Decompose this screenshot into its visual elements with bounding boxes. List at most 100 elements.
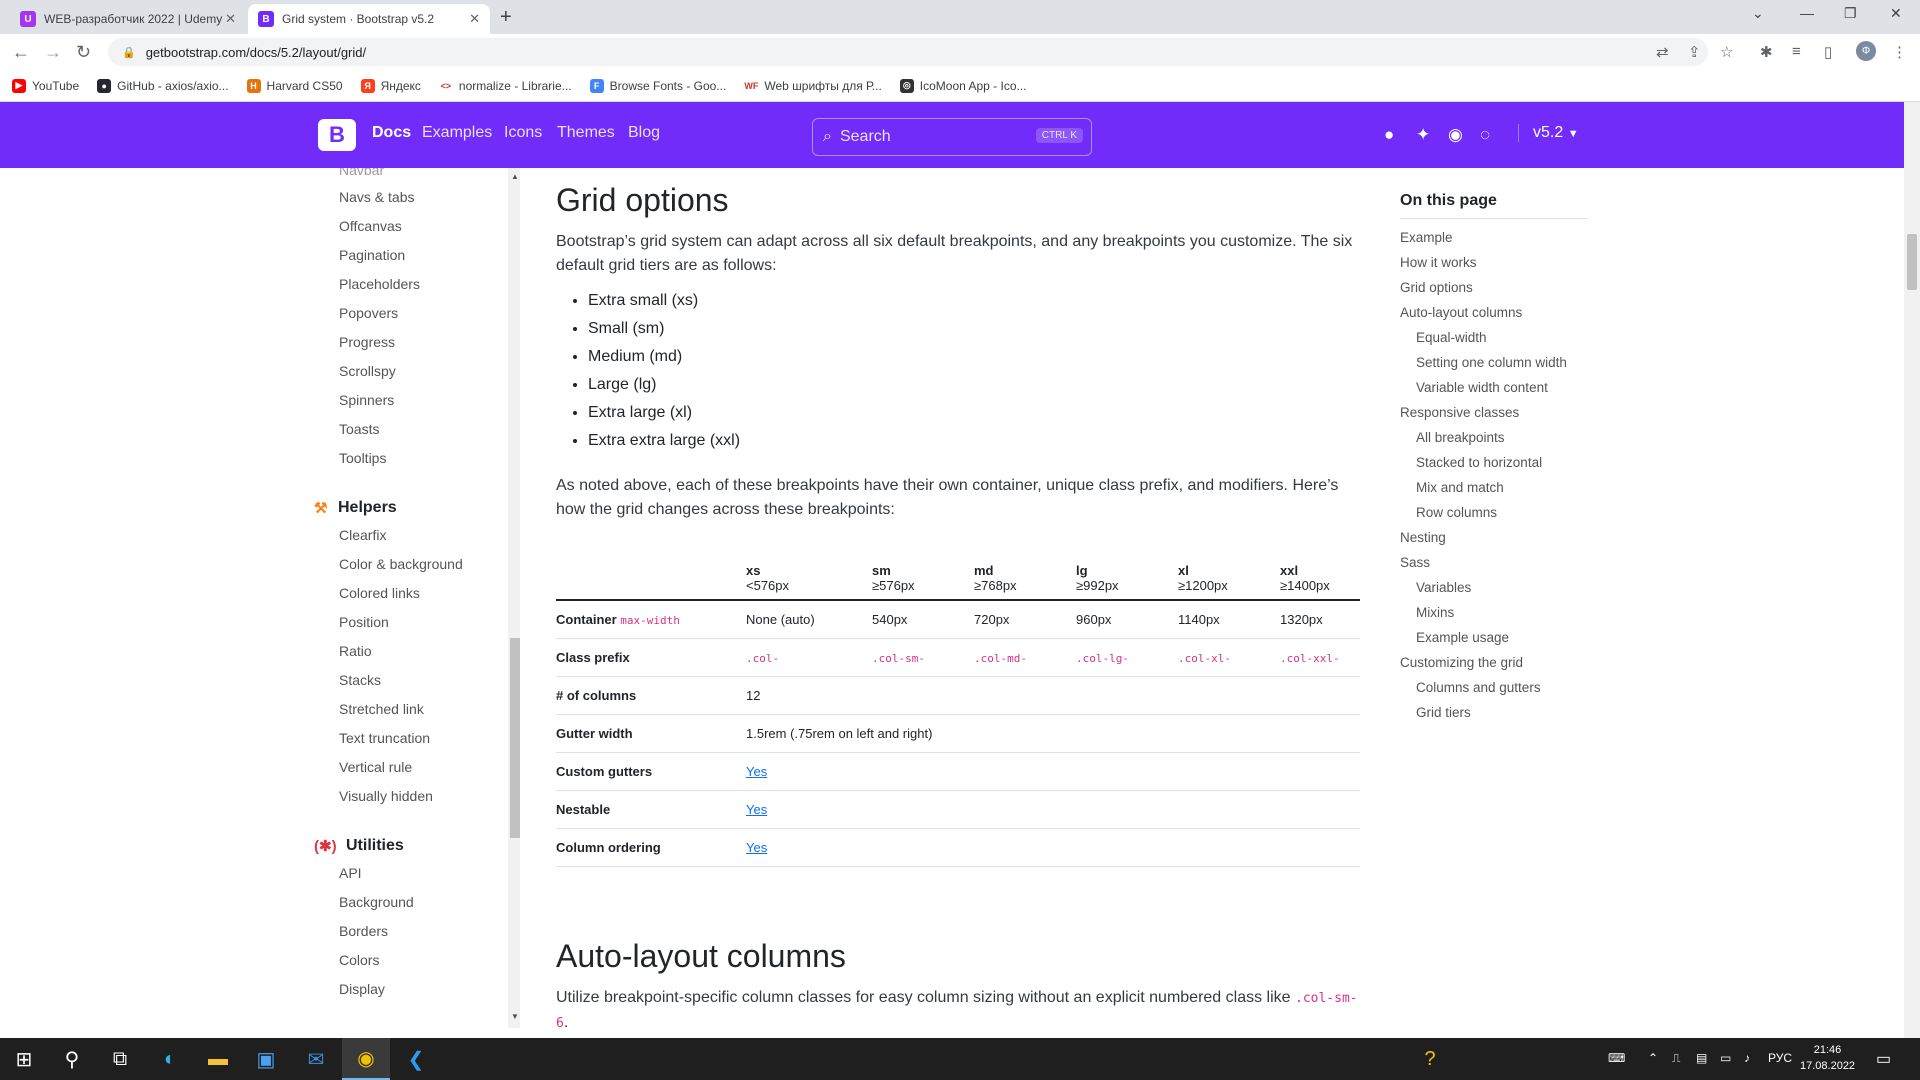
help-icon[interactable]: ? <box>1406 1038 1454 1080</box>
yes-link[interactable]: Yes <box>746 764 767 779</box>
bookmark-item[interactable]: ▶ YouTube <box>12 78 79 93</box>
reading-list-icon[interactable]: ≡ <box>1792 43 1801 60</box>
toc-link[interactable]: Mix and match <box>1416 480 1504 495</box>
share-icon[interactable]: ⇪ <box>1688 43 1701 61</box>
sidebar-item[interactable]: Stacks <box>339 672 381 688</box>
toc-link[interactable]: Sass <box>1400 555 1430 570</box>
windows-start-icon[interactable]: ⊞ <box>0 1038 48 1080</box>
toc-link[interactable]: Example usage <box>1416 630 1509 645</box>
page-scrollbar[interactable] <box>1904 102 1920 1038</box>
mail-icon[interactable]: ✉ <box>292 1038 340 1080</box>
sidebar-item[interactable]: Position <box>339 614 389 630</box>
toc-link[interactable]: All breakpoints <box>1416 430 1505 445</box>
tab-search-chevron-icon[interactable]: ⌄ <box>1752 5 1764 22</box>
toc-link[interactable]: Row columns <box>1416 505 1497 520</box>
tray-chevron-icon[interactable]: ⌃ <box>1648 1051 1658 1065</box>
scroll-up-arrow[interactable]: ▲ <box>511 172 519 181</box>
nav-examples[interactable]: Examples <box>422 124 492 142</box>
docs-search[interactable]: ⌕ Search CTRL K <box>812 118 1092 156</box>
version-dropdown[interactable]: v5.2 ▼ <box>1518 124 1579 142</box>
page-scroll-thumb[interactable] <box>1907 234 1917 290</box>
forward-button[interactable]: → <box>44 42 62 63</box>
back-button[interactable]: ← <box>12 42 30 63</box>
tab-udemy[interactable]: U WEB-разработчик 2022 | Udemy ✕ <box>10 4 246 34</box>
vscode-icon[interactable]: ❮ <box>392 1038 440 1080</box>
toc-link[interactable]: How it works <box>1400 255 1477 270</box>
translate-icon[interactable]: ⇄ <box>1656 43 1669 61</box>
bookmark-item[interactable]: Я Яндекс <box>360 78 421 93</box>
sidebar-item[interactable]: Popovers <box>339 305 398 321</box>
toc-link[interactable]: Example <box>1400 230 1453 245</box>
close-window-button[interactable]: ✕ <box>1890 5 1902 22</box>
sidebar-item[interactable]: Colors <box>339 952 379 968</box>
sidebar-item[interactable]: Placeholders <box>339 276 420 292</box>
github-icon[interactable]: ● <box>1384 125 1394 145</box>
keyboard-icon[interactable]: ⌨ <box>1608 1051 1625 1065</box>
sidebar-item[interactable]: Pagination <box>339 247 405 263</box>
toc-link[interactable]: Grid tiers <box>1416 705 1471 720</box>
chrome-icon[interactable]: ◉ <box>342 1038 390 1080</box>
notifications-icon[interactable]: ▭ <box>1876 1049 1891 1069</box>
toc-link[interactable]: Grid options <box>1400 280 1473 295</box>
toc-link[interactable]: Equal-width <box>1416 330 1487 345</box>
sidebar-item[interactable]: Scrollspy <box>339 363 396 379</box>
nav-blog[interactable]: Blog <box>628 124 660 142</box>
sidebar-item[interactable]: Background <box>339 894 414 910</box>
toc-link[interactable]: Stacked to horizontal <box>1416 455 1542 470</box>
language-indicator[interactable]: РУС <box>1768 1051 1792 1065</box>
sidebar-item-partial[interactable]: Navbar <box>339 168 384 178</box>
nav-docs[interactable]: Docs <box>372 124 411 142</box>
tab-bootstrap[interactable]: B Grid system · Bootstrap v5.2 ✕ <box>248 4 490 34</box>
bookmark-item[interactable]: F Browse Fonts - Goo... <box>589 78 726 93</box>
sidebar-item[interactable]: Colored links <box>339 585 420 601</box>
network-icon[interactable]: ▤ <box>1696 1051 1707 1065</box>
yes-link[interactable]: Yes <box>746 840 767 855</box>
sidebar-item[interactable]: Vertical rule <box>339 759 412 775</box>
twitter-icon[interactable]: ✦ <box>1416 125 1430 145</box>
nav-themes[interactable]: Themes <box>557 124 615 142</box>
search-icon[interactable]: ⚲ <box>48 1038 96 1080</box>
opencollective-ring-icon[interactable]: ◌ <box>1480 125 1490 145</box>
sidebar-item[interactable]: Tooltips <box>339 450 386 466</box>
edge-icon[interactable]: ◐ <box>146 1038 194 1080</box>
opencollective-icon[interactable]: ◉ <box>1448 125 1463 145</box>
toc-link[interactable]: Customizing the grid <box>1400 655 1523 670</box>
scroll-down-arrow[interactable]: ▼ <box>511 1012 519 1021</box>
sidebar-item[interactable]: Visually hidden <box>339 788 433 804</box>
toc-link[interactable]: Mixins <box>1416 605 1454 620</box>
bookmark-item[interactable]: ● GitHub - axios/axio... <box>97 78 229 93</box>
battery-icon[interactable]: ▭ <box>1720 1051 1731 1065</box>
new-tab-button[interactable]: + <box>500 6 512 29</box>
sidebar-item[interactable]: Display <box>339 981 385 997</box>
bookmark-star-icon[interactable]: ☆ <box>1720 43 1733 61</box>
toc-link[interactable]: Nesting <box>1400 530 1446 545</box>
bookmark-item[interactable]: WF Web шрифты для Р... <box>744 78 882 93</box>
toc-link[interactable]: Columns and gutters <box>1416 680 1541 695</box>
usb-icon[interactable]: ⎍ <box>1672 1051 1680 1066</box>
sidebar-item[interactable]: Stretched link <box>339 701 424 717</box>
yes-link[interactable]: Yes <box>746 802 767 817</box>
toc-link[interactable]: Variable width content <box>1416 380 1548 395</box>
sidebar-item[interactable]: API <box>339 865 362 881</box>
toc-link[interactable]: Setting one column width <box>1416 355 1567 370</box>
side-panel-icon[interactable]: ▯ <box>1824 43 1832 61</box>
bookmark-item[interactable]: H Harvard CS50 <box>246 78 343 93</box>
bootstrap-logo[interactable]: B <box>318 119 356 151</box>
address-bar[interactable]: 🔒 getbootstrap.com/docs/5.2/layout/grid/ <box>108 38 1708 66</box>
system-clock[interactable]: 21:46 17.08.2022 <box>1800 1042 1855 1074</box>
sidebar-scroll-thumb[interactable] <box>510 638 520 838</box>
reload-button[interactable]: ↻ <box>76 42 91 63</box>
toc-link[interactable]: Auto-layout columns <box>1400 305 1522 320</box>
close-icon[interactable]: ✕ <box>225 11 236 27</box>
sidebar-item[interactable]: Borders <box>339 923 388 939</box>
store-icon[interactable]: ▣ <box>242 1038 290 1080</box>
profile-avatar[interactable]: Ф <box>1856 41 1876 61</box>
sidebar-item[interactable]: Navs & tabs <box>339 189 414 205</box>
nav-icons[interactable]: Icons <box>504 124 542 142</box>
menu-icon[interactable]: ⋮ <box>1892 43 1907 61</box>
volume-icon[interactable]: ♪ <box>1744 1051 1750 1065</box>
sidebar-item[interactable]: Color & background <box>339 556 463 572</box>
bookmark-item[interactable]: <> normalize - Librarie... <box>438 78 572 93</box>
sidebar-item[interactable]: Ratio <box>339 643 372 659</box>
extensions-icon[interactable]: ✱ <box>1760 43 1773 61</box>
